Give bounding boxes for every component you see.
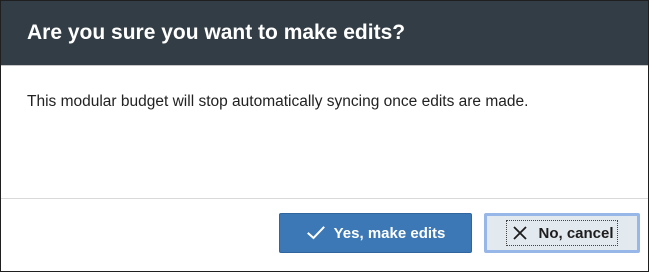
check-icon bbox=[306, 223, 326, 243]
dialog-message: This modular budget will stop automatica… bbox=[27, 93, 529, 110]
header-divider bbox=[1, 65, 648, 66]
confirm-button-label: Yes, make edits bbox=[333, 224, 446, 242]
dialog-header: Are you sure you want to make edits? bbox=[1, 1, 648, 65]
footer-divider bbox=[1, 198, 648, 199]
cancel-button[interactable]: No, cancel bbox=[484, 213, 640, 253]
cancel-button-focus-outline: No, cancel bbox=[506, 220, 618, 246]
cancel-button-label: No, cancel bbox=[538, 224, 614, 242]
confirm-make-edits-button[interactable]: Yes, make edits bbox=[279, 213, 472, 253]
confirm-edit-dialog: Are you sure you want to make edits? Thi… bbox=[0, 0, 649, 272]
dialog-title: Are you sure you want to make edits? bbox=[27, 21, 406, 44]
close-icon bbox=[510, 223, 530, 243]
